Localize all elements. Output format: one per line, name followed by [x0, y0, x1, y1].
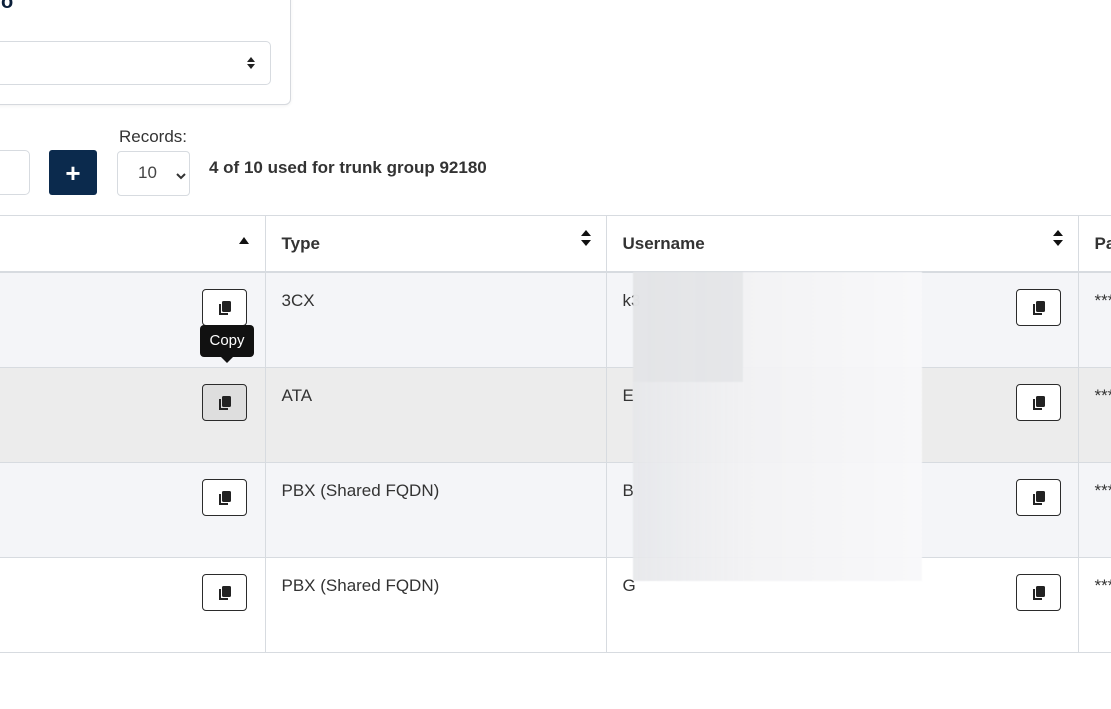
password-cell: ***: [1078, 367, 1111, 463]
column-header-type[interactable]: Type: [265, 215, 607, 273]
type-cell: PBX (Shared FQDN): [265, 557, 607, 653]
copy-username-button[interactable]: [1015, 574, 1061, 611]
panel-title: o: [1, 0, 14, 13]
table-row: 3CX k3 ***: [0, 272, 1111, 368]
usage-text: 4 of 10 used for trunk group 92180: [209, 158, 487, 177]
table-header-row: Type Username Pa: [0, 215, 1111, 273]
type-cell: PBX (Shared FQDN): [265, 462, 607, 558]
records-value: 10: [138, 163, 157, 182]
copy-button[interactable]: [202, 479, 247, 516]
filter-panel: o: [0, 0, 291, 105]
copy-button[interactable]: [202, 289, 247, 326]
records-label: Records:: [119, 127, 188, 146]
tooltip-text: Copy: [209, 332, 245, 349]
copy-icon: [219, 491, 231, 505]
sort-icon: [580, 230, 591, 246]
accounts-table: Type Username Pa 3CX k3 ** ATA E ** PBX …: [0, 215, 1111, 653]
copy-icon: [1032, 396, 1045, 410]
password-cell: ***: [1078, 272, 1111, 368]
column-header-password[interactable]: Pa: [1078, 215, 1111, 273]
redaction-mask: [633, 272, 922, 581]
copy-icon: [1032, 586, 1045, 600]
type-cell: 3CX: [265, 272, 607, 368]
column-header-name[interactable]: [0, 215, 266, 273]
copy-button[interactable]: [202, 574, 247, 611]
copy-icon: [219, 586, 231, 600]
search-input[interactable]: [0, 150, 30, 195]
table-row: PBX (Shared FQDN) B ***: [0, 462, 1111, 558]
column-header-username-label: Username: [622, 233, 705, 253]
password-cell: ***: [1078, 557, 1111, 653]
copy-icon: [1032, 491, 1045, 505]
column-header-type-label: Type: [281, 233, 320, 253]
copy-username-button[interactable]: [1015, 289, 1061, 326]
name-cell: [0, 462, 266, 558]
name-cell: [0, 367, 266, 463]
copy-icon: [219, 396, 231, 410]
tooltip-arrow: [221, 357, 233, 363]
copy-username-button[interactable]: [1015, 479, 1061, 516]
type-cell: ATA: [265, 367, 607, 463]
sort-icon: [1052, 230, 1063, 246]
chevron-down-icon: [175, 167, 187, 180]
password-cell: ***: [1078, 462, 1111, 558]
name-cell: [0, 557, 266, 653]
updown-icon: [246, 56, 256, 70]
copy-tooltip: Copy: [200, 325, 254, 363]
add-button[interactable]: +: [49, 150, 97, 195]
sort-ascending-icon: [238, 230, 249, 244]
copy-button[interactable]: [202, 384, 247, 421]
filter-select[interactable]: [0, 41, 271, 85]
records-select[interactable]: 10: [117, 151, 190, 196]
redaction-mosaic: [633, 272, 743, 382]
copy-username-button[interactable]: [1015, 384, 1061, 421]
table-row: ATA E ***: [0, 367, 1111, 463]
column-header-password-label: Pa: [1094, 233, 1111, 253]
column-header-username[interactable]: Username: [606, 215, 1079, 273]
copy-icon: [219, 301, 231, 315]
table-row: PBX (Shared FQDN) G ***: [0, 557, 1111, 653]
copy-icon: [1032, 301, 1045, 315]
